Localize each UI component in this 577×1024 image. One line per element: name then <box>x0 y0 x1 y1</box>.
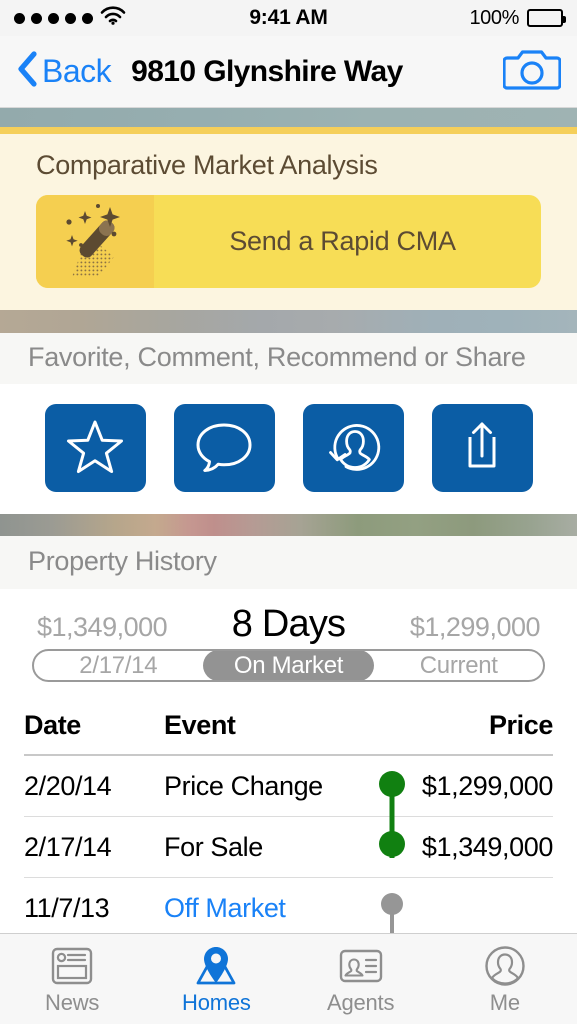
contact-card-icon <box>338 943 384 989</box>
recommend-button[interactable] <box>302 404 404 492</box>
cma-section-title: Comparative Market Analysis <box>36 150 378 180</box>
days-on-market: 8 Days <box>231 603 346 645</box>
magic-wand-icon <box>52 201 138 282</box>
property-photo-strip-mid <box>0 310 577 333</box>
comment-button[interactable] <box>173 404 275 492</box>
row-price: $1,349,000 <box>421 831 554 862</box>
tab-news-label: News <box>45 990 100 1015</box>
battery-icon <box>527 9 566 27</box>
column-header-date: Date <box>24 709 81 740</box>
summary-values: $1,349,000 8 Days $1,299,000 <box>32 603 545 646</box>
property-history-header-label: Property History <box>28 546 217 576</box>
tab-me[interactable]: Me <box>433 934 577 1016</box>
share-upload-icon <box>453 418 511 479</box>
send-rapid-cma-label: Send a Rapid CMA <box>229 226 456 256</box>
row-date: 11/7/13 <box>24 892 110 923</box>
segment-list-date: 2/17/14 <box>79 651 158 679</box>
social-actions-row <box>0 384 577 514</box>
table-row[interactable]: 2/20/14 Price Change $1,299,000 <box>24 756 553 817</box>
tab-homes[interactable]: Homes <box>144 934 288 1016</box>
send-rapid-cma-button[interactable]: Send a Rapid CMA <box>36 195 541 288</box>
summary-left-price: $1,349,000 <box>37 612 168 642</box>
favorite-button[interactable] <box>44 404 146 492</box>
tab-homes-label: Homes <box>182 990 251 1015</box>
status-bar: 9:41 AM 100% <box>0 0 577 36</box>
social-actions-header: Favorite, Comment, Recommend or Share <box>0 333 577 384</box>
summary-right-price: $1,299,000 <box>409 612 541 642</box>
tab-me-label: Me <box>489 990 520 1015</box>
table-row[interactable]: 2/17/14 For Sale $1,349,000 <box>24 817 553 878</box>
property-history-summary: $1,349,000 8 Days $1,299,000 2/17/14 On … <box>0 589 577 696</box>
segment-on-market: On Market <box>202 651 375 680</box>
property-history-header: Property History <box>0 536 577 589</box>
speech-bubble-icon <box>195 418 253 479</box>
segment-current: Current <box>419 651 498 679</box>
navigation-bar: Back 9810 Glynshire Way <box>0 36 577 108</box>
social-actions-header-label: Favorite, Comment, Recommend or Share <box>28 342 526 372</box>
page-title: 9810 Glynshire Way <box>131 54 403 88</box>
person-avatar-icon <box>484 943 526 989</box>
back-button[interactable]: Back <box>16 50 112 93</box>
star-icon <box>66 418 124 479</box>
market-timeline-segmented-bar[interactable]: 2/17/14 On Market Current <box>32 649 545 682</box>
cma-section: Comparative Market Analysis Send a Rapid… <box>0 134 577 310</box>
bottom-tab-bar: News Homes Agents Me <box>0 933 577 1024</box>
row-event: Price Change <box>164 770 323 801</box>
news-article-icon <box>50 943 94 989</box>
table-header-row: Date Event Price <box>24 696 553 756</box>
map-pin-icon <box>193 943 239 989</box>
property-history-table: Date Event Price 2/20/14 Price Change $1… <box>0 696 577 939</box>
back-button-label: Back <box>42 53 112 89</box>
tab-news[interactable]: News <box>0 934 144 1016</box>
camera-icon <box>502 46 562 97</box>
row-date: 2/17/14 <box>24 831 112 862</box>
cma-icon-pane <box>36 195 154 288</box>
status-bar-right: 100% <box>469 6 566 30</box>
row-date: 2/20/14 <box>24 770 112 801</box>
person-refresh-icon <box>324 418 382 479</box>
table-row[interactable]: 11/7/13 Off Market <box>24 878 553 939</box>
tab-agents-label: Agents <box>326 990 395 1015</box>
column-header-price: Price <box>488 709 553 740</box>
row-event: For Sale <box>164 831 263 862</box>
camera-button[interactable] <box>502 46 562 97</box>
property-photo-strip-low <box>0 514 577 536</box>
share-button[interactable] <box>431 404 533 492</box>
property-photo-strip-top <box>0 108 577 134</box>
chevron-left-icon <box>16 50 38 93</box>
column-header-event: Event <box>164 709 236 740</box>
tab-agents[interactable]: Agents <box>289 934 433 1016</box>
battery-percentage: 100% <box>469 6 519 29</box>
row-price: $1,299,000 <box>421 770 554 801</box>
row-event-link[interactable]: Off Market <box>164 893 378 924</box>
